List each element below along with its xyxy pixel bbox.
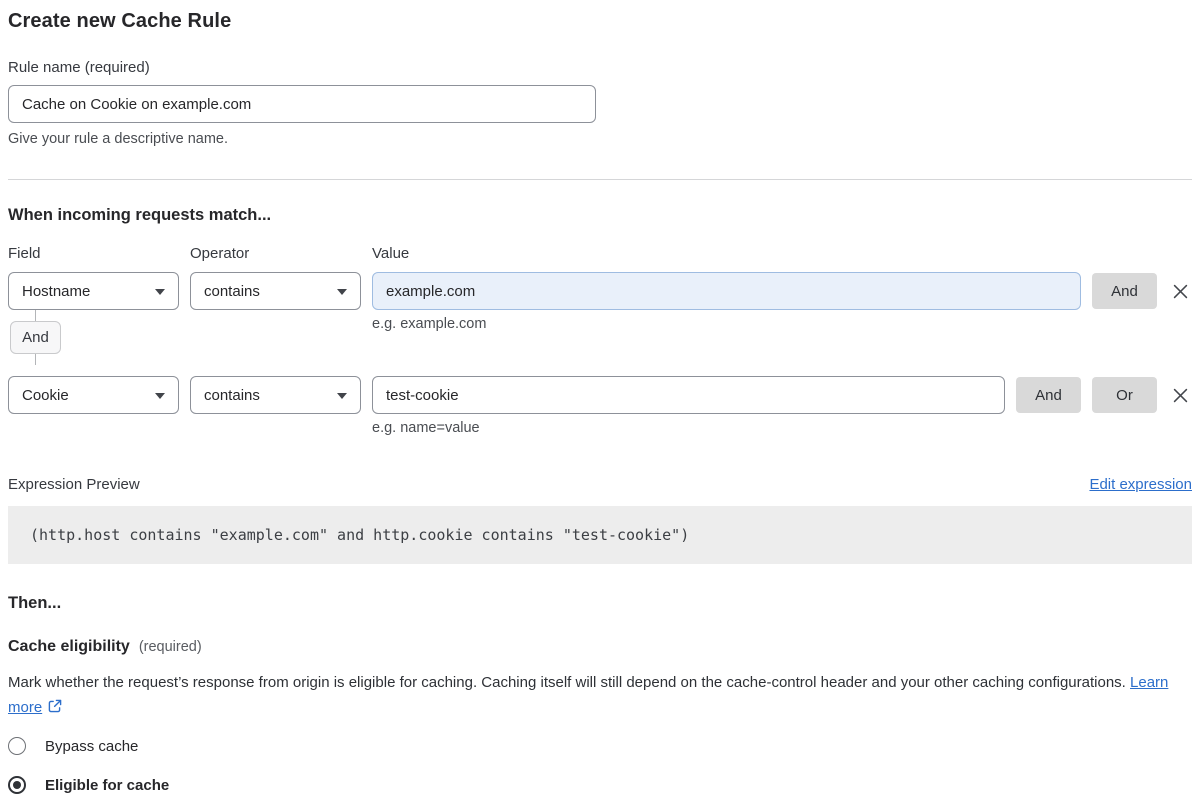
edit-expression-link[interactable]: Edit expression <box>1089 476 1192 493</box>
expression-preview-header: Expression Preview Edit expression <box>8 476 1192 493</box>
row-spacer: And e.g. example.com <box>8 310 1192 366</box>
condition-row: Cookie contains And Or <box>8 376 1192 414</box>
expression-preview-label: Expression Preview <box>8 476 140 493</box>
condition-row: Hostname contains And <box>8 272 1192 310</box>
close-icon <box>1171 386 1190 405</box>
value-input[interactable] <box>372 376 1005 414</box>
row-spacer: e.g. name=value <box>8 414 1192 440</box>
radio-label: Bypass cache <box>45 738 138 755</box>
rule-name-section: Rule name (required) Give your rule a de… <box>8 59 1192 147</box>
page-title: Create new Cache Rule <box>8 10 1192 33</box>
radio-label: Eligible for cache <box>45 777 169 794</box>
value-hint: e.g. name=value <box>372 420 480 436</box>
value-column-label: Value <box>372 245 1192 262</box>
or-condition-button[interactable]: Or <box>1092 377 1157 413</box>
radio-option-bypass-cache[interactable]: Bypass cache <box>8 737 1192 755</box>
radio-icon[interactable] <box>8 737 26 755</box>
and-condition-button[interactable]: And <box>1016 377 1081 413</box>
chevron-down-icon <box>337 289 347 295</box>
rule-name-label: Rule name (required) <box>8 59 1192 76</box>
radio-option-eligible-for-cache[interactable]: Eligible for cache <box>8 776 1192 794</box>
remove-condition-button[interactable] <box>1168 279 1192 303</box>
field-select-value: Hostname <box>22 283 90 300</box>
group-connector: And <box>8 310 61 365</box>
radio-icon[interactable] <box>8 776 26 794</box>
condition-column-labels: Field Operator Value <box>8 245 1192 262</box>
remove-condition-button[interactable] <box>1168 383 1192 407</box>
operator-select[interactable]: contains <box>190 376 361 414</box>
external-link-icon <box>47 698 63 714</box>
cache-eligibility-description: Mark whether the request’s response from… <box>8 670 1192 720</box>
field-select-value: Cookie <box>22 387 69 404</box>
operator-select[interactable]: contains <box>190 272 361 310</box>
close-icon <box>1171 282 1190 301</box>
description-text: Mark whether the request’s response from… <box>8 674 1126 691</box>
rule-name-input[interactable] <box>8 85 596 123</box>
cache-eligibility-header: Cache eligibility (required) <box>8 638 1192 656</box>
operator-select-value: contains <box>204 283 260 300</box>
chevron-down-icon <box>337 393 347 399</box>
operator-column-label: Operator <box>190 245 361 262</box>
rule-name-helper: Give your rule a descriptive name. <box>8 131 1192 147</box>
and-condition-button[interactable]: And <box>1092 273 1157 309</box>
expression-code: (http.host contains "example.com" and ht… <box>8 506 1192 564</box>
field-select[interactable]: Cookie <box>8 376 179 414</box>
group-and-button[interactable]: And <box>10 321 61 354</box>
value-hint: e.g. example.com <box>372 316 486 332</box>
cache-eligibility-title: Cache eligibility <box>8 638 130 656</box>
match-heading: When incoming requests match... <box>8 206 1192 225</box>
chevron-down-icon <box>155 289 165 295</box>
connector-line <box>35 354 36 365</box>
operator-select-value: contains <box>204 387 260 404</box>
then-heading: Then... <box>8 594 1192 613</box>
field-column-label: Field <box>8 245 179 262</box>
required-note: (required) <box>139 639 202 655</box>
field-select[interactable]: Hostname <box>8 272 179 310</box>
chevron-down-icon <box>155 393 165 399</box>
connector-line <box>35 310 36 321</box>
section-divider <box>8 179 1192 180</box>
value-input[interactable] <box>372 272 1081 310</box>
